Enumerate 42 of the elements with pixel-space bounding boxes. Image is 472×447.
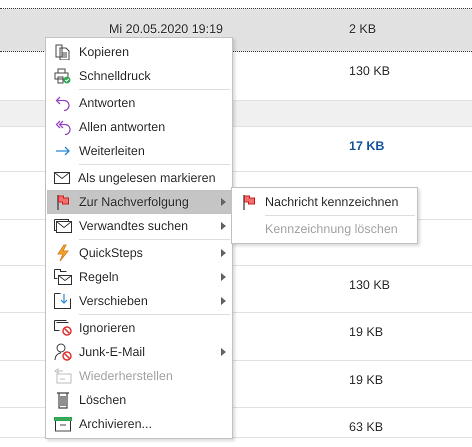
menu-item[interactable]: Ignorieren xyxy=(47,316,231,340)
menu-item[interactable]: Schnelldruck xyxy=(47,64,231,88)
submenu-arrow-icon xyxy=(220,249,226,257)
menu-item[interactable]: Nachricht kennzeichnen xyxy=(232,190,417,214)
envelope-icon xyxy=(54,219,72,233)
size-text: 17 KB xyxy=(349,138,384,155)
envelope-icon xyxy=(54,172,70,184)
flag-icon xyxy=(240,194,256,210)
size-text: 130 KB xyxy=(349,277,390,294)
reply-all-icon xyxy=(55,119,71,135)
lightning-icon xyxy=(56,244,70,262)
menu-item[interactable]: Regeln xyxy=(47,265,231,289)
trash-icon xyxy=(56,391,70,409)
size-text: 2 KB xyxy=(349,21,376,38)
size-text: 19 KB xyxy=(349,372,384,389)
move-icon xyxy=(54,293,72,309)
forward-icon xyxy=(55,145,71,157)
rules-icon xyxy=(54,269,72,285)
archive-icon xyxy=(54,416,72,432)
size-text: 63 KB xyxy=(349,419,384,436)
menu-item[interactable]: Zur Nachverfolgung xyxy=(47,190,231,214)
flag-icon xyxy=(55,194,71,210)
menu-item[interactable]: QuickSteps xyxy=(47,241,231,265)
submenu-arrow-icon xyxy=(220,348,226,356)
size-text: 130 KB xyxy=(349,63,390,80)
submenu-arrow-icon xyxy=(220,198,226,206)
menu-item[interactable]: Junk-E-Mail xyxy=(47,340,231,364)
submenu-arrow-icon xyxy=(220,297,226,305)
menu-item[interactable]: Weiterleiten xyxy=(47,139,231,163)
menu-item[interactable]: Verwandtes suchen xyxy=(47,214,231,238)
ignore-icon xyxy=(54,320,72,336)
menu-item[interactable]: Archivieren... xyxy=(47,412,231,436)
blocked-person-icon xyxy=(54,343,72,361)
size-text: 19 KB xyxy=(349,324,384,341)
printer-icon xyxy=(54,68,72,84)
submenu-arrow-icon xyxy=(220,222,226,230)
date-text: Mi 20.05.2020 19:19 xyxy=(109,21,223,38)
restore-icon xyxy=(54,368,72,384)
reply-icon xyxy=(55,95,71,111)
copy-icon xyxy=(55,44,71,60)
menu-item[interactable]: Verschieben xyxy=(47,289,231,313)
submenu-arrow-icon xyxy=(220,273,226,281)
